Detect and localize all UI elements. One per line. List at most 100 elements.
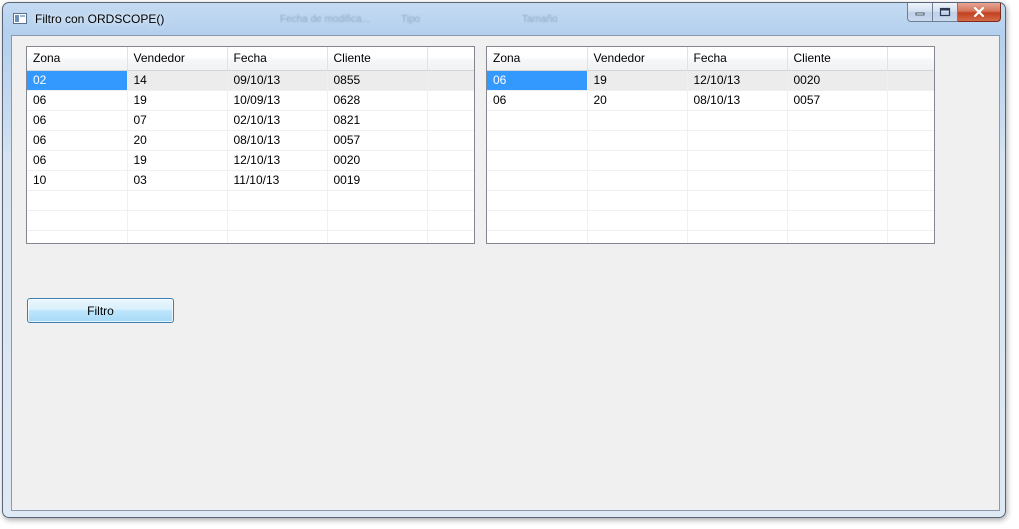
- empty-cell: [487, 190, 588, 211]
- cell-vendedor[interactable]: 19: [127, 90, 228, 111]
- cell-cliente[interactable]: 0019: [327, 170, 428, 191]
- empty-row: [487, 130, 934, 151]
- empty-cell: [27, 190, 128, 211]
- column-header-cliente[interactable]: Cliente: [327, 47, 428, 71]
- cell-zona[interactable]: 02: [27, 70, 128, 91]
- empty-row: [487, 170, 934, 191]
- left-grid-header-row: Zona Vendedor Fecha Cliente: [27, 47, 474, 71]
- empty-cell: [127, 190, 228, 211]
- table-row[interactable]: 06 19 10/09/13 0628: [27, 90, 474, 111]
- cell-vendedor[interactable]: 19: [587, 70, 688, 91]
- column-header-filler: [887, 47, 934, 71]
- column-header-vendedor[interactable]: Vendedor: [587, 47, 688, 71]
- empty-cell: [487, 210, 588, 231]
- empty-cell: [427, 150, 474, 171]
- empty-row: [487, 150, 934, 171]
- table-row[interactable]: 06 19 12/10/13 0020: [487, 70, 934, 91]
- empty-cell: [27, 230, 128, 243]
- maximize-icon: [939, 7, 951, 17]
- cell-cliente[interactable]: 0855: [327, 70, 428, 91]
- column-header-fecha[interactable]: Fecha: [227, 47, 328, 71]
- minimize-button[interactable]: [907, 3, 933, 22]
- cell-zona[interactable]: 06: [487, 70, 588, 91]
- cell-fecha[interactable]: 08/10/13: [227, 130, 328, 151]
- empty-cell: [687, 190, 788, 211]
- cell-cliente[interactable]: 0020: [327, 150, 428, 171]
- cell-cliente[interactable]: 0628: [327, 90, 428, 111]
- empty-cell: [787, 150, 888, 171]
- empty-cell: [327, 210, 428, 231]
- table-row[interactable]: 06 07 02/10/13 0821: [27, 110, 474, 131]
- left-grid[interactable]: Zona Vendedor Fecha Cliente 02 14 09/10/13…: [26, 46, 475, 244]
- empty-cell: [427, 70, 474, 91]
- empty-cell: [787, 210, 888, 231]
- empty-cell: [427, 110, 474, 131]
- table-row[interactable]: 10 03 11/10/13 0019: [27, 170, 474, 191]
- close-icon: [973, 7, 985, 17]
- column-header-filler: [427, 47, 474, 71]
- cell-zona[interactable]: 10: [27, 170, 128, 191]
- empty-cell: [227, 190, 328, 211]
- cell-vendedor[interactable]: 20: [587, 90, 688, 111]
- empty-cell: [887, 190, 934, 211]
- empty-cell: [587, 230, 688, 243]
- cell-fecha[interactable]: 10/09/13: [227, 90, 328, 111]
- cell-cliente[interactable]: 0020: [787, 70, 888, 91]
- empty-cell: [427, 90, 474, 111]
- empty-cell: [487, 110, 588, 131]
- column-header-zona[interactable]: Zona: [487, 47, 588, 71]
- cell-fecha[interactable]: 12/10/13: [227, 150, 328, 171]
- empty-cell: [887, 170, 934, 191]
- cell-zona[interactable]: 06: [27, 90, 128, 111]
- cell-fecha[interactable]: 11/10/13: [227, 170, 328, 191]
- table-row[interactable]: 06 19 12/10/13 0020: [27, 150, 474, 171]
- background-column-header: Tipo: [401, 14, 421, 25]
- app-icon: [13, 13, 27, 24]
- cell-fecha[interactable]: 08/10/13: [687, 90, 788, 111]
- cell-fecha[interactable]: 12/10/13: [687, 70, 788, 91]
- empty-row: [487, 210, 934, 231]
- cell-vendedor[interactable]: 14: [127, 70, 228, 91]
- empty-cell: [687, 170, 788, 191]
- cell-vendedor[interactable]: 07: [127, 110, 228, 131]
- empty-cell: [787, 110, 888, 131]
- empty-row: [27, 210, 474, 231]
- filtro-button[interactable]: Filtro: [27, 298, 174, 323]
- maximize-button[interactable]: [933, 3, 958, 22]
- right-grid[interactable]: Zona Vendedor Fecha Cliente 06 19 12/10/13…: [486, 46, 935, 244]
- title-bar[interactable]: Filtro con ORDSCOPE() Fecha de modifica.…: [3, 3, 1005, 33]
- close-button[interactable]: [958, 3, 1001, 22]
- empty-cell: [427, 190, 474, 211]
- empty-cell: [687, 150, 788, 171]
- cell-vendedor[interactable]: 03: [127, 170, 228, 191]
- cell-vendedor[interactable]: 20: [127, 130, 228, 151]
- column-header-zona[interactable]: Zona: [27, 47, 128, 71]
- empty-cell: [887, 110, 934, 131]
- empty-cell: [487, 170, 588, 191]
- empty-row: [487, 110, 934, 131]
- cell-zona[interactable]: 06: [27, 130, 128, 151]
- cell-cliente[interactable]: 0821: [327, 110, 428, 131]
- empty-cell: [587, 110, 688, 131]
- cell-fecha[interactable]: 02/10/13: [227, 110, 328, 131]
- table-row[interactable]: 02 14 09/10/13 0855: [27, 70, 474, 91]
- cell-zona[interactable]: 06: [27, 110, 128, 131]
- cell-cliente[interactable]: 0057: [787, 90, 888, 111]
- empty-cell: [887, 150, 934, 171]
- table-row[interactable]: 06 20 08/10/13 0057: [27, 130, 474, 151]
- empty-cell: [27, 210, 128, 231]
- cell-cliente[interactable]: 0057: [327, 130, 428, 151]
- column-header-vendedor[interactable]: Vendedor: [127, 47, 228, 71]
- empty-cell: [227, 210, 328, 231]
- empty-cell: [127, 210, 228, 231]
- column-header-fecha[interactable]: Fecha: [687, 47, 788, 71]
- cell-zona[interactable]: 06: [487, 90, 588, 111]
- empty-row: [27, 230, 474, 243]
- column-header-cliente[interactable]: Cliente: [787, 47, 888, 71]
- empty-cell: [887, 130, 934, 151]
- cell-vendedor[interactable]: 19: [127, 150, 228, 171]
- table-row[interactable]: 06 20 08/10/13 0057: [487, 90, 934, 111]
- empty-cell: [587, 190, 688, 211]
- cell-zona[interactable]: 06: [27, 150, 128, 171]
- cell-fecha[interactable]: 09/10/13: [227, 70, 328, 91]
